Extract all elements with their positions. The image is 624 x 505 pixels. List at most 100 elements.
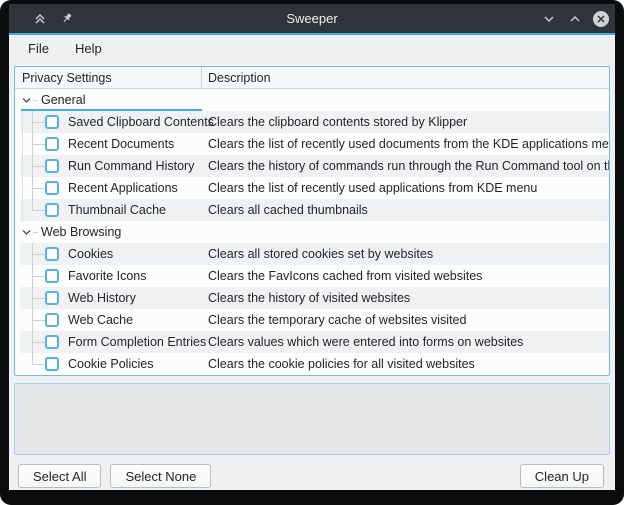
item-checkbox[interactable] [45, 291, 59, 305]
tree-row-recent-applications[interactable]: Recent Applications Clears the list of re… [20, 177, 609, 199]
item-label: Form Completion Entries [68, 335, 206, 349]
item-label: Web Cache [68, 313, 133, 327]
item-label: Run Command History [68, 159, 194, 173]
tree-row-web-history[interactable]: Web History Clears the history of visited… [20, 287, 609, 309]
column-header-privacy-settings[interactable]: Privacy Settings [15, 67, 202, 88]
tree-row-form-completion-entries[interactable]: Form Completion EntriesClears values whi… [20, 331, 609, 353]
tree-row-cookie-policies[interactable]: Cookie Policies Clears the cookie policie… [20, 353, 609, 375]
item-label: Web History [68, 291, 136, 305]
item-checkbox[interactable] [45, 357, 59, 371]
branch-line [32, 276, 46, 277]
row-cell-description [202, 89, 609, 111]
row-cell-label: Recent Applications [20, 177, 202, 199]
select-none-button[interactable]: Select None [110, 464, 211, 488]
expander-icon[interactable] [21, 227, 32, 238]
tree-row-recent-documents[interactable]: Recent Documents Clears the list of recen… [20, 133, 609, 155]
row-cell-description: Clears all stored cookies set by website… [202, 243, 609, 265]
item-description: Clears values which were entered into fo… [208, 335, 523, 349]
item-description: Clears the cookie policies for all visit… [208, 357, 475, 371]
row-cell-description: Clears the history of visited websites [202, 287, 609, 309]
keep-above-icon [34, 13, 46, 25]
branch-line [32, 353, 33, 364]
sweeper-window: Sweeper [9, 4, 615, 490]
tree-row-general[interactable]: General [20, 89, 609, 111]
branch-line [32, 122, 46, 123]
item-description: Clears the history of commands run throu… [208, 159, 609, 173]
branch-line [22, 177, 23, 199]
window-frame: Sweeper [0, 0, 624, 505]
branch-line [33, 232, 38, 233]
row-cell-description: Clears the list of recently used applica… [202, 177, 609, 199]
row-cell-label: Saved Clipboard Contents [20, 111, 202, 133]
item-checkbox[interactable] [45, 137, 59, 151]
item-checkbox[interactable] [45, 181, 59, 195]
tree-row-web-browsing[interactable]: Web Browsing [20, 221, 609, 243]
menu-file[interactable]: File [19, 38, 58, 59]
branch-line [32, 188, 46, 189]
titlebar[interactable]: Sweeper [9, 4, 615, 35]
pin-button[interactable] [58, 10, 76, 28]
item-checkbox[interactable] [45, 203, 59, 217]
row-cell-description: Clears the FavIcons cached from visited … [202, 265, 609, 287]
row-cell-description: Clears the cookie policies for all visit… [202, 353, 609, 375]
row-cell-description [202, 221, 609, 243]
privacy-settings-tree[interactable]: Privacy Settings Description General Save… [14, 66, 610, 376]
item-label: Cookie Policies [68, 357, 153, 371]
item-description: Clears the clipboard contents stored by … [208, 115, 467, 129]
tree-row-favorite-icons[interactable]: Favorite IconsClears the FavIcons cached… [20, 265, 609, 287]
row-cell-label: Web Browsing [20, 221, 202, 243]
row-cell-description: Clears values which were entered into fo… [202, 331, 609, 353]
item-checkbox[interactable] [45, 115, 59, 129]
item-checkbox[interactable] [45, 269, 59, 283]
item-description: Clears the list of recently used applica… [208, 181, 537, 195]
column-header-description[interactable]: Description [202, 71, 609, 85]
item-label: Recent Documents [68, 137, 174, 151]
row-cell-description: Clears the history of commands run throu… [202, 155, 609, 177]
menu-help[interactable]: Help [66, 38, 111, 59]
group-label: Web Browsing [41, 225, 121, 239]
close-icon [592, 10, 610, 28]
row-cell-description: Clears the clipboard contents stored by … [202, 111, 609, 133]
keep-above-button[interactable] [31, 10, 49, 28]
branch-line [22, 111, 23, 133]
tree-row-web-cache[interactable]: Web Cache Clears the temporary cache of w… [20, 309, 609, 331]
branch-line [32, 342, 46, 343]
item-description: Clears the FavIcons cached from visited … [208, 269, 482, 283]
tree-row-saved-clipboard-contents[interactable]: Saved Clipboard Contents Clears the clipb… [20, 111, 609, 133]
item-label: Cookies [68, 247, 113, 261]
branch-line [32, 254, 46, 255]
expander-icon[interactable] [21, 95, 32, 106]
tree-row-cookies[interactable]: Cookies Clears all stored cookies set by … [20, 243, 609, 265]
close-button[interactable] [592, 10, 610, 28]
item-checkbox[interactable] [45, 335, 59, 349]
tree-header: Privacy Settings Description [15, 67, 609, 89]
item-checkbox[interactable] [45, 313, 59, 327]
button-row: Select All Select None Clean Up [18, 464, 604, 488]
tree-row-thumbnail-cache[interactable]: Thumbnail CacheClears all cached thumbna… [20, 199, 609, 221]
item-checkbox[interactable] [45, 247, 59, 261]
select-all-button[interactable]: Select All [18, 464, 101, 488]
tree-row-run-command-history[interactable]: Run Command History Clears the history of… [20, 155, 609, 177]
minimize-icon [543, 13, 555, 25]
clean-up-button[interactable]: Clean Up [520, 464, 604, 488]
branch-line [32, 364, 46, 365]
branch-line [32, 320, 46, 321]
row-cell-label: Cookies [20, 243, 202, 265]
row-cell-label: Run Command History [20, 155, 202, 177]
minimize-button[interactable] [540, 10, 558, 28]
branch-line [32, 199, 33, 210]
tree-body: GeneralSaved Clipboard ContentsClears th… [15, 89, 609, 375]
cleanup-log-area[interactable] [14, 383, 610, 455]
item-description: Clears all stored cookies set by website… [208, 247, 433, 261]
row-cell-label: Cookie Policies [20, 353, 202, 375]
window-title: Sweeper [9, 11, 615, 26]
item-label: Recent Applications [68, 181, 178, 195]
row-cell-description: Clears the temporary cache of websites v… [202, 309, 609, 331]
row-cell-label: Recent Documents [20, 133, 202, 155]
item-description: Clears the history of visited websites [208, 291, 410, 305]
row-cell-label: Web History [20, 287, 202, 309]
group-label: General [41, 93, 85, 107]
maximize-button[interactable] [566, 10, 584, 28]
item-checkbox[interactable] [45, 159, 59, 173]
row-cell-description: Clears the list of recently used documen… [202, 133, 609, 155]
